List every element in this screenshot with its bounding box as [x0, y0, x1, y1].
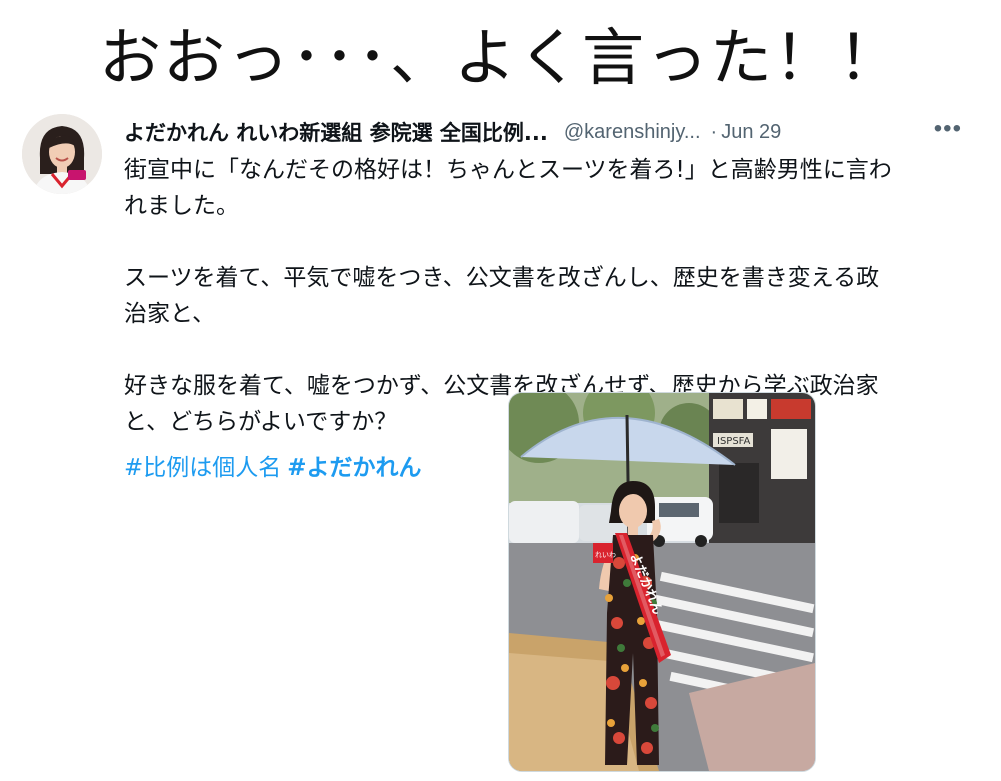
paragraph-2-line-2: 治家と、 [124, 301, 216, 327]
display-name[interactable]: よだかれん れいわ新選組 参院選 全国比例... [124, 117, 548, 147]
tweet-date[interactable]: Jun 29 [721, 121, 781, 144]
avatar-image [22, 114, 102, 194]
paragraph-2-line-1: スーツを着て、平気で嘘をつき、公文書を改ざんし、歴史を書き変える政 [124, 265, 880, 291]
hashtag-link[interactable]: #比例は個人名 [124, 455, 281, 481]
hashtag-link[interactable]: #よだかれん [287, 455, 421, 481]
tweet-header: よだかれん れいわ新選組 参院選 全国比例... @karenshinjy...… [124, 114, 974, 150]
hashtag-row: #比例は個人名 #よだかれん [124, 450, 422, 486]
more-horizontal-icon[interactable]: ••• [934, 114, 962, 150]
tweet-photo[interactable]: ISPSFA よだかれん れいわ [508, 392, 816, 772]
shop-sign-text: ISPSFA [717, 436, 751, 447]
street-photo-illustration: ISPSFA よだかれん れいわ [509, 393, 815, 771]
separator-dot: · [710, 120, 718, 143]
caption-overlay: おおっ･･･、よく言った！！ [98, 21, 902, 94]
paragraph-1-line-1: 街宣中に「なんだその格好は！ちゃんとスーツを着ろ!」と高齢男性に言わ [124, 157, 892, 183]
user-handle[interactable]: @karenshinjy... [564, 121, 701, 144]
avatar[interactable] [22, 114, 102, 194]
paragraph-1-line-2: れました。 [124, 193, 239, 219]
sign-text: れいわ [595, 551, 616, 559]
